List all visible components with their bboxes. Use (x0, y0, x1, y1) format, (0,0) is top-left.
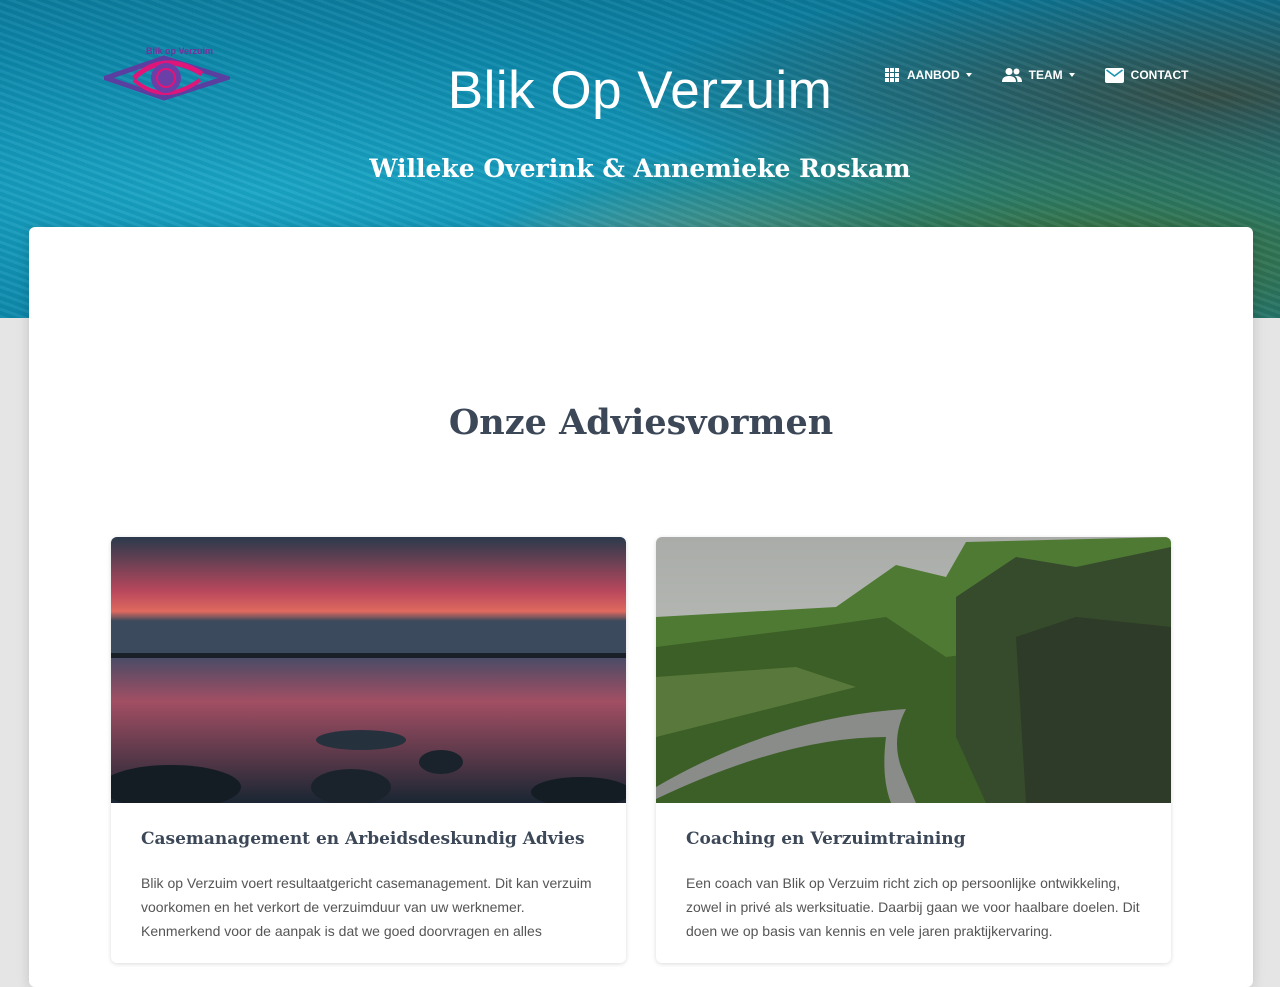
chevron-down-icon (1068, 73, 1075, 77)
feature-title[interactable]: Casemanagement en Arbeidsdeskundig Advie… (141, 829, 596, 849)
nav-item-contact[interactable]: CONTACT (1104, 64, 1189, 86)
main-nav: AANBOD TEAM CONTACT (884, 64, 1218, 86)
nav-item-aanbod[interactable]: AANBOD (884, 64, 972, 86)
green-mountains-image (656, 537, 1171, 803)
feature-title[interactable]: Coaching en Verzuimtraining (686, 829, 1141, 849)
sunset-lake-image (111, 537, 626, 803)
main-content: Onze Adviesvormen Casemanagement en Arbe… (29, 227, 1253, 987)
nav-item-label: TEAM (1028, 68, 1063, 82)
nav-item-team[interactable]: TEAM (1001, 64, 1075, 86)
grid-icon (885, 68, 899, 82)
feature-card-coaching[interactable]: Coaching en Verzuimtraining Een coach va… (656, 537, 1171, 963)
chevron-down-icon (965, 73, 972, 77)
feature-body: Coaching en Verzuimtraining Een coach va… (656, 803, 1171, 963)
section-title: Onze Adviesvormen (448, 402, 834, 444)
svg-text:Blik op Verzuim: Blik op Verzuim (146, 46, 213, 56)
nav-item-label: AANBOD (907, 68, 960, 82)
site-subtitle: Willeke Overink & Annemieke Roskam (369, 154, 911, 183)
people-icon (1001, 68, 1022, 82)
feature-description: Blik op Verzuim voert resultaatgericht c… (141, 875, 592, 939)
feature-description: Een coach van Blik op Verzuim richt zich… (686, 875, 1140, 939)
nav-item-label: CONTACT (1130, 68, 1189, 82)
mail-icon (1104, 67, 1124, 83)
feature-card-casemanagement[interactable]: Casemanagement en Arbeidsdeskundig Advie… (111, 537, 626, 963)
feature-body: Casemanagement en Arbeidsdeskundig Advie… (111, 803, 626, 963)
